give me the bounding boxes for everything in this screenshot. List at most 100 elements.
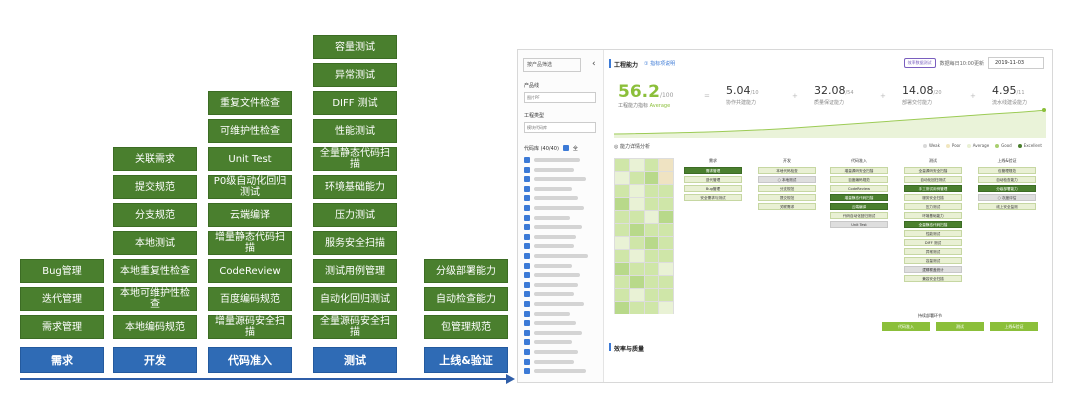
capability-cell[interactable]: 手工测试用例管理 [904, 185, 962, 192]
treemap-cell[interactable] [615, 185, 629, 197]
treemap-cell[interactable] [629, 172, 644, 184]
capability-cell[interactable]: 安全需求与测试 [684, 194, 742, 201]
repo-row[interactable] [524, 204, 598, 212]
treemap-cell[interactable] [615, 224, 629, 236]
repo-row[interactable] [524, 348, 598, 356]
product-filter-select[interactable]: 按产品筛选 [523, 58, 581, 72]
capability-cell[interactable]: 服务安全扫描 [904, 194, 962, 201]
repo-checkbox[interactable] [524, 195, 530, 202]
capability-cell[interactable]: 逻辑覆盖统计 [904, 266, 962, 273]
capability-cell[interactable]: Bug管理 [684, 185, 742, 192]
treemap-cell[interactable] [644, 224, 659, 236]
repo-row[interactable] [524, 358, 598, 366]
capability-cell[interactable]: 代码自动化回归测试 [830, 212, 888, 219]
cd-stage-button[interactable]: 代码准入 [882, 322, 930, 331]
capability-cell[interactable]: CodeReview [830, 185, 888, 192]
capability-cell[interactable]: 包管理规范 [978, 167, 1036, 174]
treemap-cell[interactable] [644, 289, 659, 301]
treemap-cell[interactable] [629, 263, 644, 275]
repo-checkbox[interactable] [524, 233, 530, 240]
repo-checkbox[interactable] [524, 329, 530, 336]
capability-cell[interactable]: 自动检查能力 [978, 176, 1036, 183]
treemap-cell[interactable] [615, 302, 629, 314]
repo-row[interactable] [524, 252, 598, 260]
repo-row[interactable] [524, 242, 598, 250]
project-type-input[interactable]: 模块代码库 [524, 122, 596, 133]
capability-cell[interactable]: 全量静态代码扫描 [904, 221, 962, 228]
capability-cell[interactable]: 增量源码安全扫描 [830, 167, 888, 174]
treemap-cell[interactable] [615, 289, 629, 301]
treemap-cell[interactable] [644, 237, 659, 249]
repo-row[interactable] [524, 271, 598, 279]
repo-checkbox[interactable] [524, 301, 530, 307]
treemap-cell[interactable] [615, 198, 629, 210]
treemap-cell[interactable] [644, 185, 659, 197]
repo-checkbox[interactable] [524, 349, 530, 355]
treemap-cell[interactable] [659, 250, 673, 262]
repo-row[interactable] [524, 175, 598, 183]
repo-row[interactable] [524, 319, 598, 327]
repo-row[interactable] [524, 338, 598, 346]
capability-cell[interactable]: 容量测试 [904, 257, 962, 264]
capability-cell[interactable]: ○ 本地测试 [758, 176, 816, 183]
treemap-cell[interactable] [659, 302, 673, 314]
treemap-cell[interactable] [615, 276, 629, 288]
treemap-cell[interactable] [615, 159, 629, 171]
treemap-cell[interactable] [615, 250, 629, 262]
treemap-cell[interactable] [659, 276, 673, 288]
capability-cell[interactable]: DIFF 测试 [904, 239, 962, 246]
capability-cell[interactable]: 全量源码安全扫描 [904, 167, 962, 174]
cd-stage-button[interactable]: 上线&验证 [990, 322, 1038, 331]
treemap-cell[interactable] [629, 276, 644, 288]
capability-cell[interactable]: 压力测试 [904, 203, 962, 210]
repo-checkbox[interactable] [524, 243, 530, 250]
treemap-cell[interactable] [644, 159, 659, 171]
treemap-cell[interactable] [659, 185, 673, 197]
capability-cell[interactable]: 环境基础能力 [904, 212, 962, 219]
repo-row[interactable] [524, 156, 598, 164]
repo-checkbox[interactable] [524, 166, 530, 173]
repo-row[interactable] [524, 310, 598, 318]
capability-cell[interactable]: 分支规范 [758, 185, 816, 192]
repo-checkbox[interactable] [524, 368, 530, 375]
treemap-cell[interactable] [659, 198, 673, 210]
cd-stage-button[interactable]: 测试 [936, 322, 984, 331]
treemap-cell[interactable] [659, 237, 673, 249]
capability-cell[interactable]: 性能测试 [904, 230, 962, 237]
repo-row[interactable] [524, 290, 598, 298]
select-all-checkbox[interactable] [562, 145, 569, 151]
product-line-input[interactable]: 图片PF [524, 92, 596, 103]
capability-cell[interactable]: 自动化回归测试 [904, 176, 962, 183]
repo-checkbox[interactable] [524, 205, 530, 211]
repo-checkbox[interactable] [524, 272, 530, 279]
treemap-cell[interactable] [615, 237, 629, 249]
capability-cell[interactable]: 增量静态代码扫描 [830, 194, 888, 201]
repo-checkbox[interactable] [524, 253, 530, 259]
capability-cell[interactable]: 兼容安全扫描 [904, 275, 962, 282]
treemap-cell[interactable] [659, 289, 673, 301]
repo-row[interactable] [524, 367, 598, 375]
repo-checkbox[interactable] [524, 339, 530, 346]
chevron-left-icon[interactable]: ‹ [592, 59, 596, 69]
repo-checkbox[interactable] [524, 262, 530, 269]
capability-cell[interactable]: 分级部署能力 [978, 185, 1036, 192]
capability-cell[interactable]: 迭代管理 [684, 176, 742, 183]
repo-checkbox[interactable] [524, 358, 530, 365]
capability-cell[interactable]: 异常测试 [904, 248, 962, 255]
treemap-cell[interactable] [629, 250, 644, 262]
capability-cell[interactable]: 关联需求 [758, 203, 816, 210]
treemap-cell[interactable] [659, 159, 673, 171]
capability-cell[interactable]: 云端编译 [830, 203, 888, 210]
repo-row[interactable] [524, 214, 598, 222]
treemap-cell[interactable] [629, 302, 644, 314]
repo-checkbox[interactable] [524, 281, 530, 288]
treemap-cell[interactable] [644, 276, 659, 288]
repo-row[interactable] [524, 166, 598, 174]
treemap-cell[interactable] [659, 172, 673, 184]
treemap-cell[interactable] [644, 198, 659, 210]
treemap-cell[interactable] [644, 263, 659, 275]
repo-checkbox[interactable] [524, 176, 530, 183]
repo-checkbox[interactable] [524, 310, 530, 317]
test-data-badge[interactable]: 效率数据测试 [903, 58, 936, 68]
capability-cell[interactable]: 需求管理 [684, 167, 742, 174]
